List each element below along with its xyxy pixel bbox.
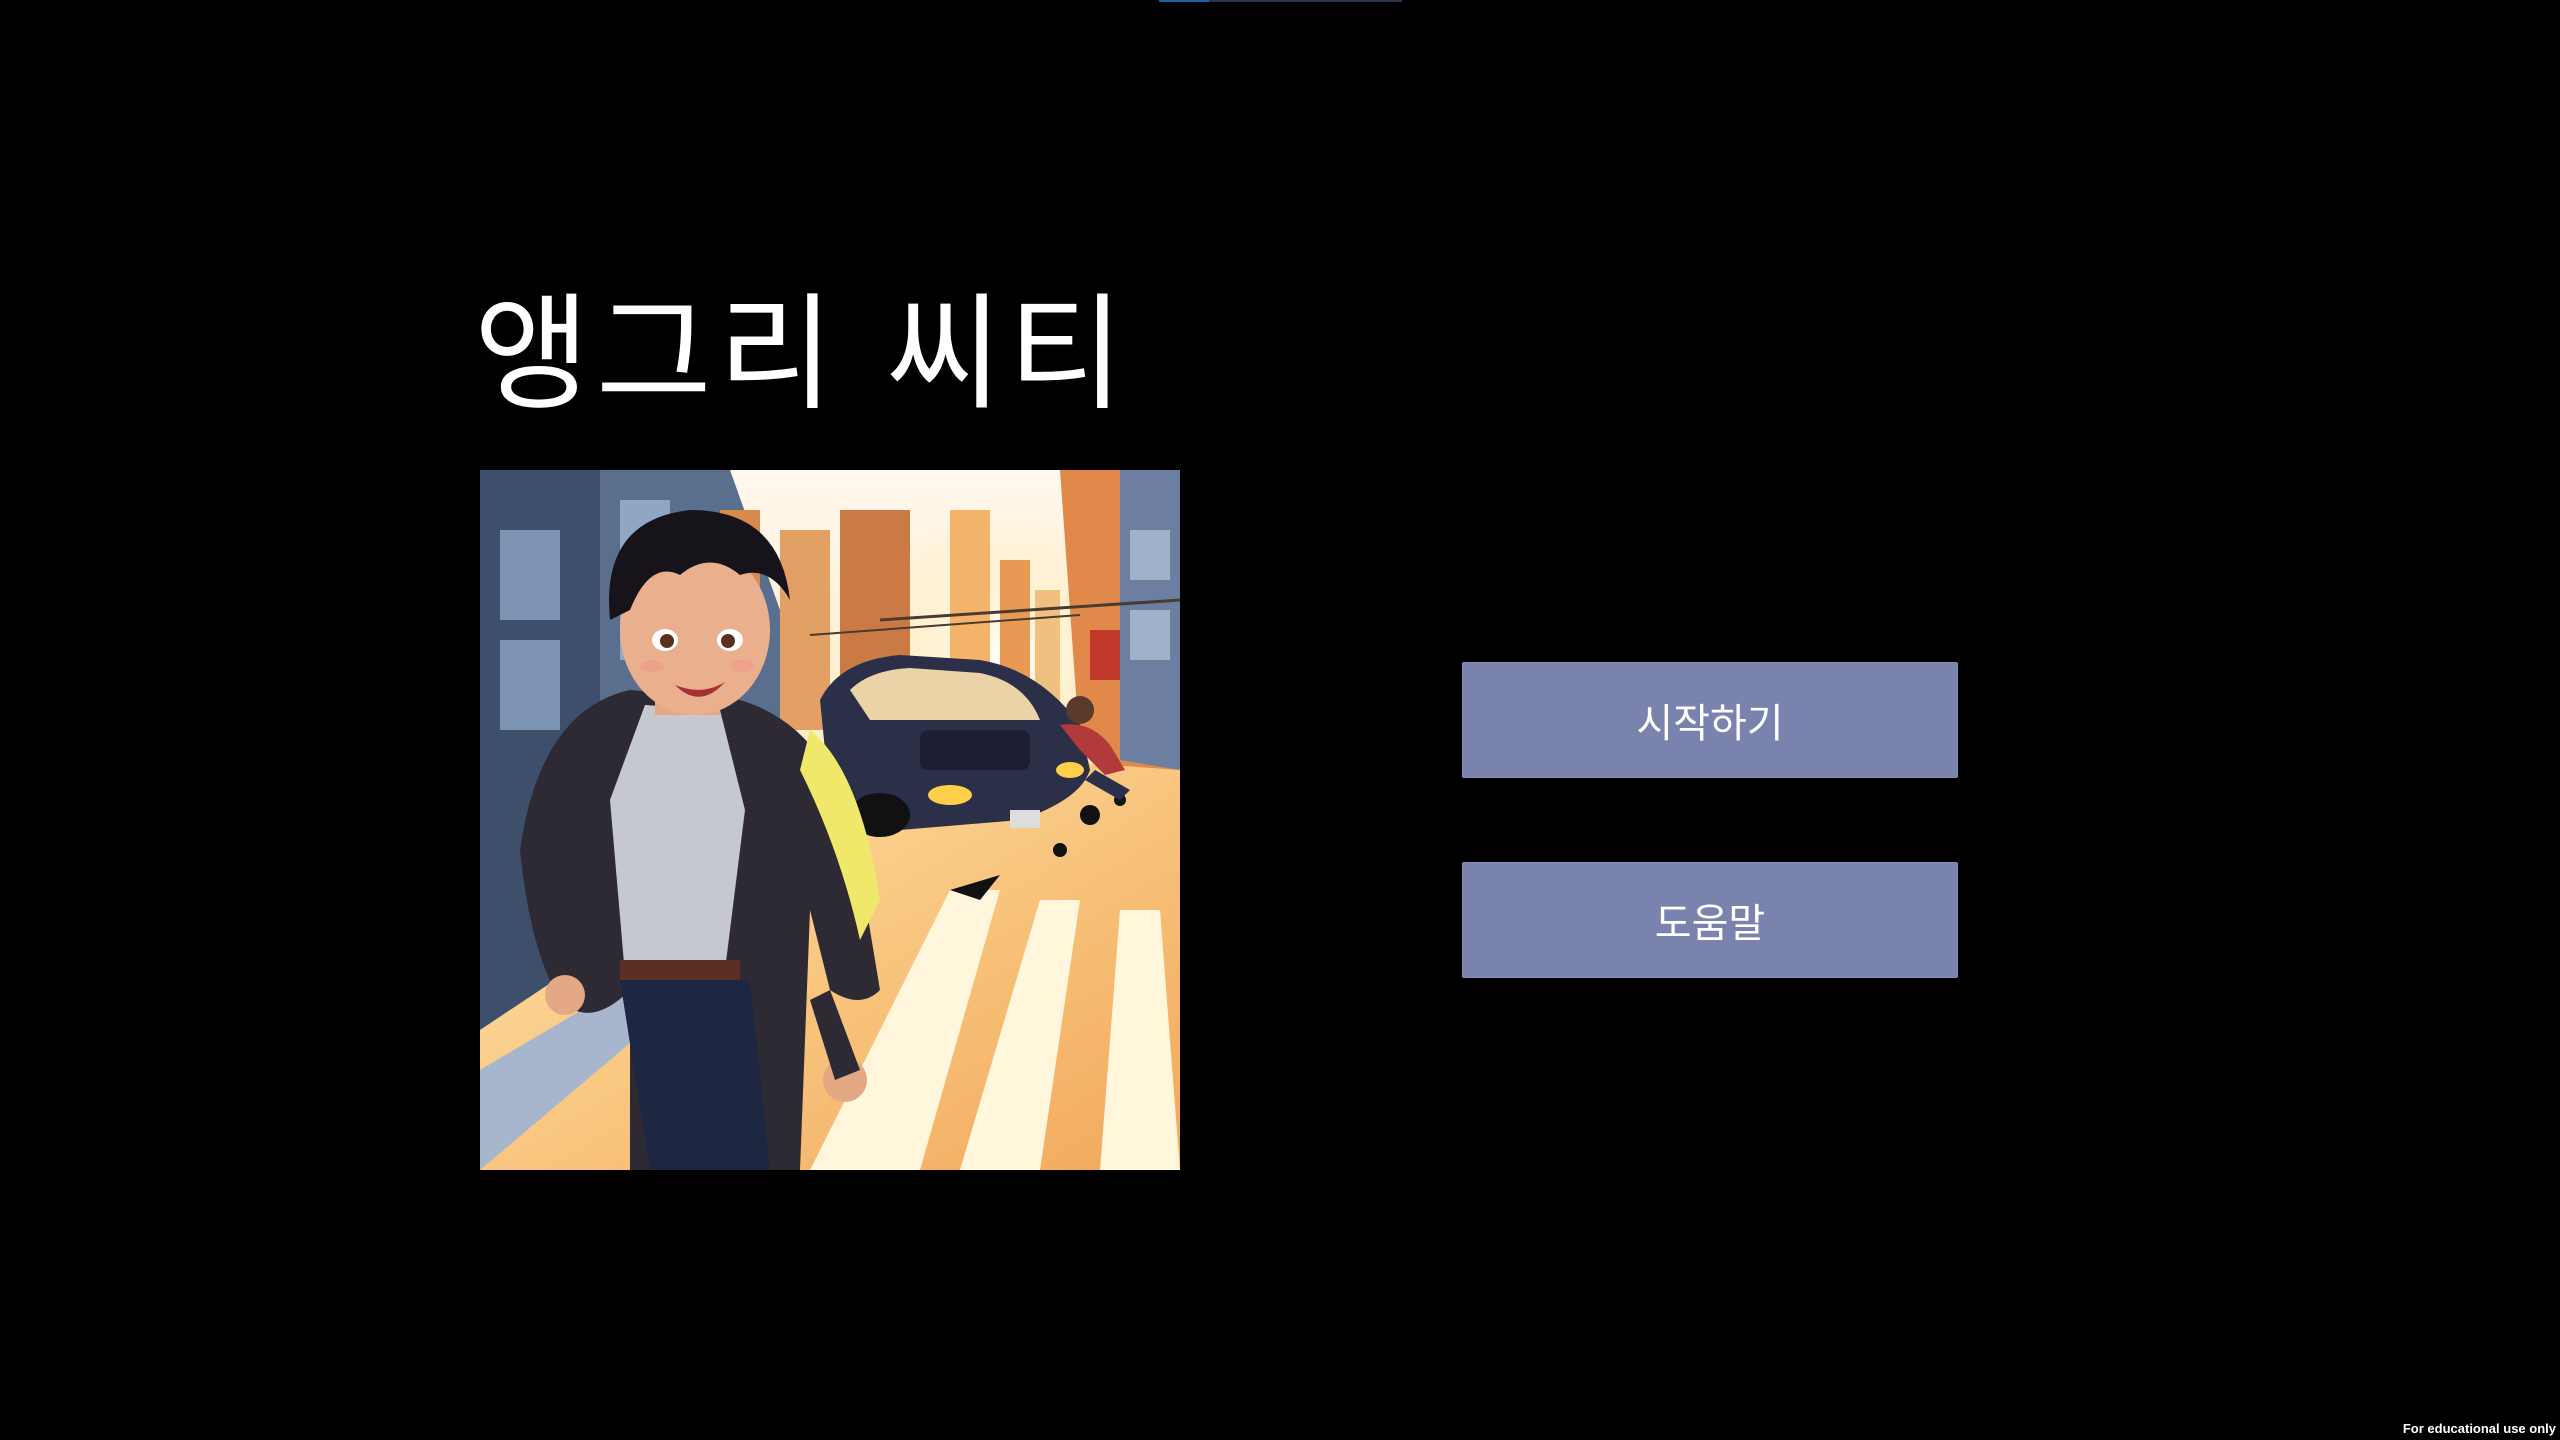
cover-art-image: [480, 470, 1180, 1170]
top-loading-indicator-accent: [1159, 0, 1209, 2]
title-screen: 앵그리 씨티 시작하기 도움말 For educational use only: [0, 0, 2560, 1440]
start-button[interactable]: 시작하기: [1462, 662, 1958, 778]
help-button[interactable]: 도움말: [1462, 862, 1958, 978]
footer-note: For educational use only: [2402, 1421, 2556, 1436]
game-title: 앵그리 씨티: [474, 281, 1130, 428]
top-loading-indicator: [1159, 0, 1402, 2]
cover-illustration: [480, 470, 1180, 1170]
